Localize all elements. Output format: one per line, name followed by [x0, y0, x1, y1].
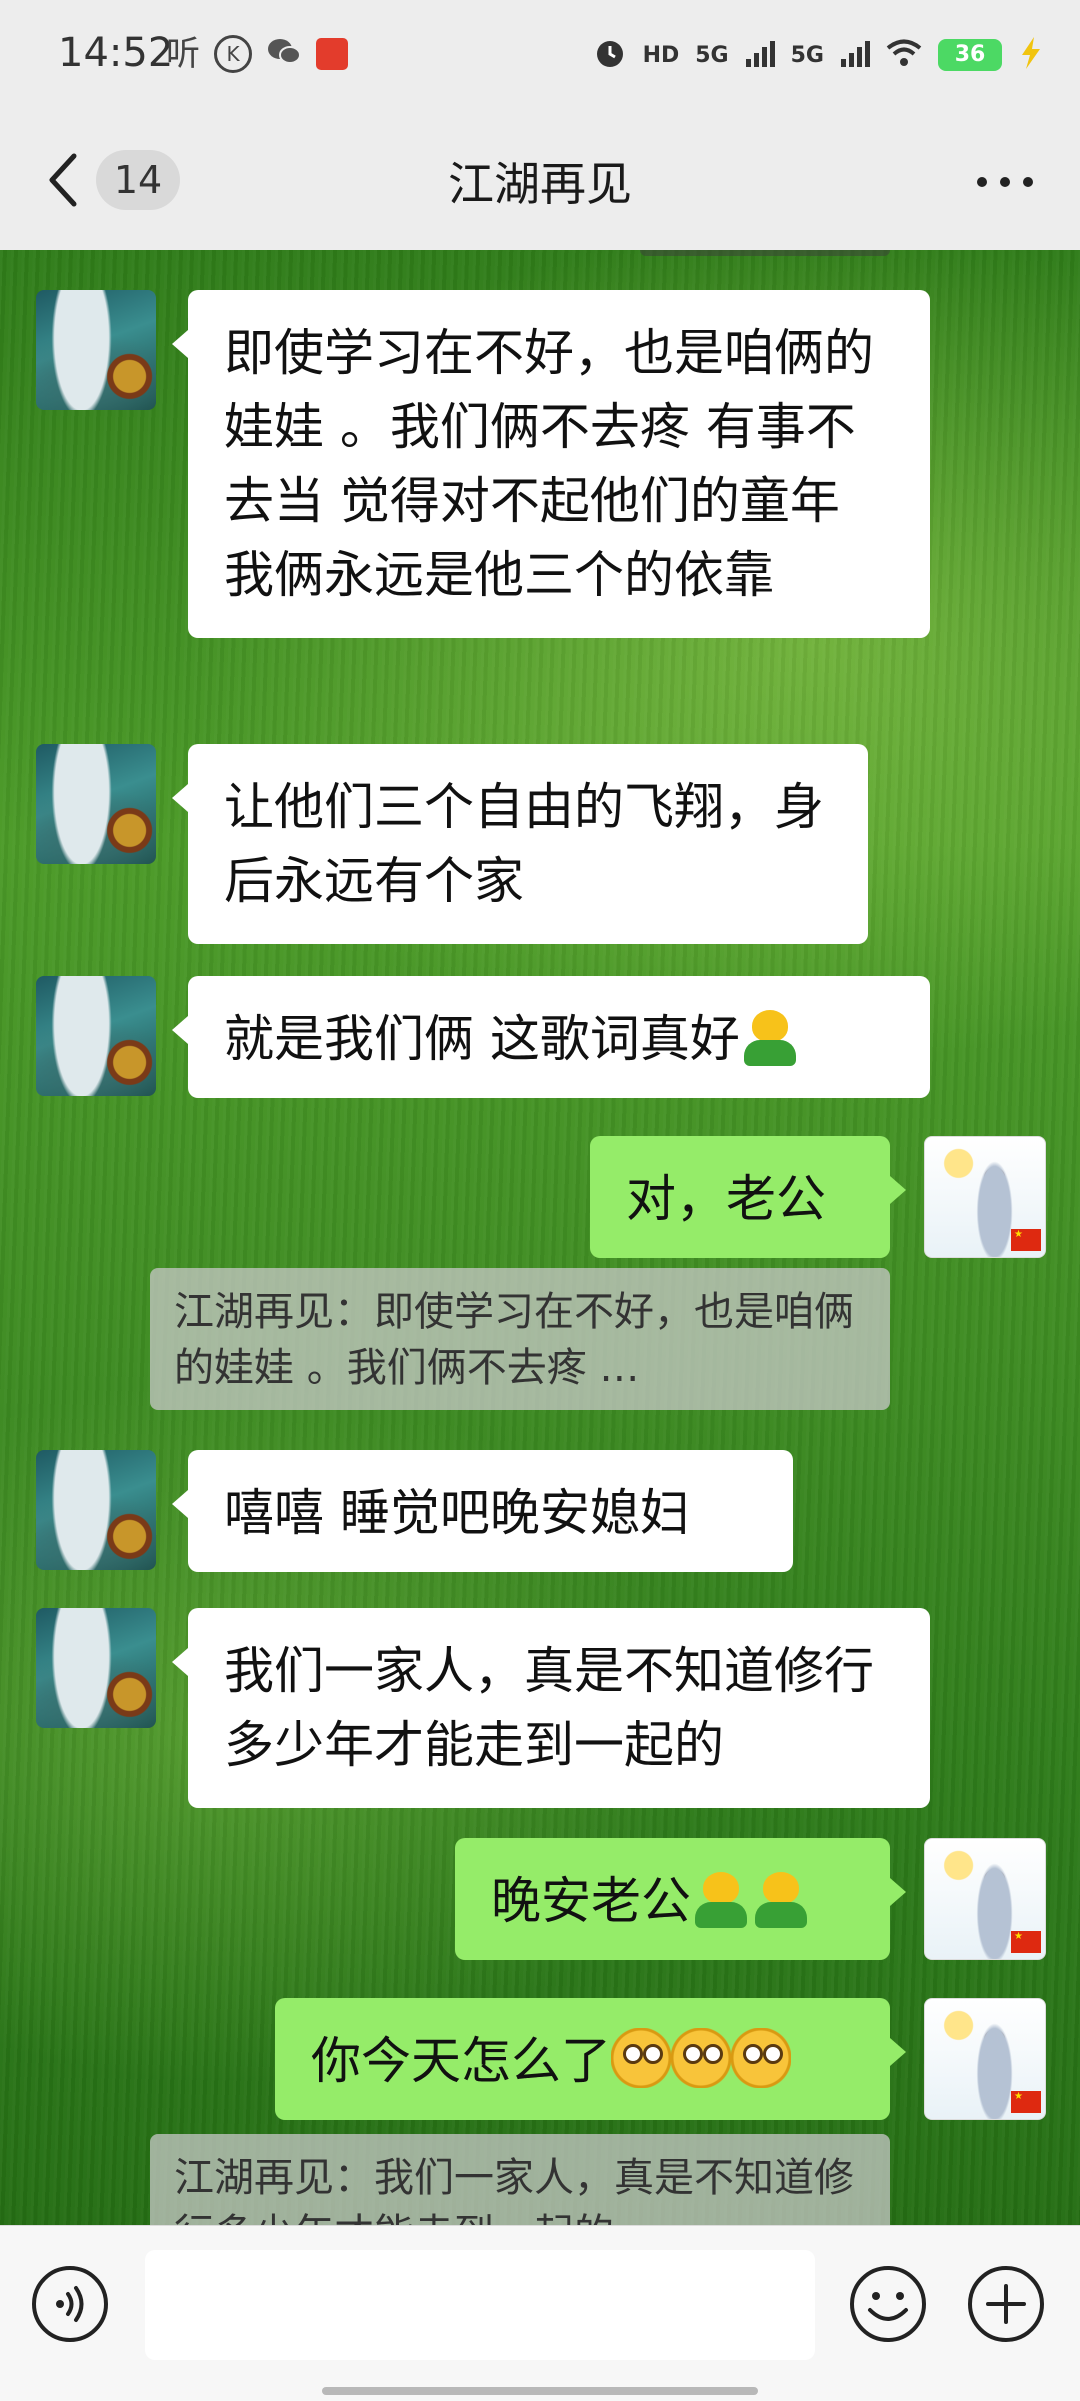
- signal-icon-2: [840, 39, 870, 71]
- network-label-2: 5G: [790, 42, 824, 68]
- message-text: 你今天怎么了: [311, 2032, 611, 2090]
- plus-icon: [968, 2266, 1044, 2342]
- china-flag-icon: ★: [1011, 1229, 1041, 1251]
- shy-emoji-icon: [691, 1868, 751, 1928]
- quoted-text: 江湖再见：即使学习在不好，也是咱俩的娃娃 。我们俩不去疼 …: [174, 1289, 854, 1391]
- previous-message-edge: [640, 250, 890, 256]
- app-icon: [316, 38, 348, 70]
- my-avatar[interactable]: ★: [924, 1838, 1046, 1960]
- more-dots-icon: [977, 177, 1033, 187]
- message-bubble-received[interactable]: 我们一家人，真是不知道修行多少年才能走到一起的: [172, 1608, 930, 1808]
- message-text: 对，老公: [626, 1170, 826, 1228]
- wechat-icon: [266, 36, 302, 72]
- message-text: 让他们三个自由的飞翔，身后永远有个家: [224, 778, 824, 910]
- signal-icon: [745, 39, 775, 71]
- message-text: 就是我们俩 这歌词真好: [224, 1010, 740, 1068]
- quoted-message[interactable]: 江湖再见：我们一家人，真是不知道修行多少年才能走到一起的: [150, 2134, 890, 2225]
- status-right-icons: HD 5G 5G 36: [593, 36, 1042, 74]
- status-bar: 14:52 听 K HD 5G 5G 36: [0, 0, 1080, 110]
- chat-header: 14 江湖再见: [0, 110, 1080, 250]
- shy-emoji-icon: [740, 1006, 800, 1066]
- message-bubble-sent[interactable]: 对，老公: [590, 1136, 906, 1258]
- contact-avatar[interactable]: [36, 744, 156, 864]
- dizzy-emoji-icon: [611, 2028, 671, 2088]
- contact-avatar[interactable]: [36, 976, 156, 1096]
- network-label-1: 5G: [695, 42, 729, 68]
- message-bubble-sent[interactable]: 晚安老公: [455, 1838, 906, 1960]
- message-text: 我们一家人，真是不知道修行多少年才能走到一起的: [224, 1642, 874, 1774]
- china-flag-icon: ★: [1011, 2091, 1041, 2113]
- my-avatar[interactable]: ★: [924, 1136, 1046, 1258]
- message-bubble-received[interactable]: 让他们三个自由的飞翔，身后永远有个家: [172, 744, 868, 944]
- listen-icon: 听: [166, 34, 200, 74]
- emoji-button[interactable]: [848, 2264, 928, 2344]
- dizzy-emoji-icon: [671, 2028, 731, 2088]
- quoted-message[interactable]: 江湖再见：即使学习在不好，也是咱俩的娃娃 。我们俩不去疼 …: [150, 1268, 890, 1410]
- contact-avatar[interactable]: [36, 1608, 156, 1728]
- shy-emoji-icon: [751, 1868, 811, 1928]
- message-text: 嘻嘻 睡觉吧晚安媳妇: [224, 1484, 690, 1542]
- message-text: 即使学习在不好，也是咱俩的娃娃 。我们俩不去疼 有事不去当 觉得对不起他们的童年…: [224, 324, 874, 604]
- more-functions-button[interactable]: [966, 2264, 1046, 2344]
- chat-title: 江湖再见: [448, 157, 632, 211]
- my-avatar[interactable]: ★: [924, 1998, 1046, 2120]
- status-left-icons: 听 K: [166, 34, 348, 74]
- message-bubble-sent[interactable]: 你今天怎么了: [275, 1998, 906, 2120]
- k-icon: K: [214, 35, 252, 73]
- message-input[interactable]: [145, 2250, 815, 2360]
- smiley-icon: [850, 2266, 926, 2342]
- quoted-text: 江湖再见：我们一家人，真是不知道修行多少年才能走到一起的: [174, 2155, 854, 2225]
- battery-indicator: 36: [938, 39, 1002, 71]
- chat-message-list[interactable]: 即使学习在不好，也是咱俩的娃娃 。我们俩不去疼 有事不去当 觉得对不起他们的童年…: [0, 250, 1080, 2225]
- more-button[interactable]: [970, 162, 1040, 202]
- status-time: 14:52: [58, 30, 174, 76]
- message-bubble-received[interactable]: 就是我们俩 这歌词真好: [172, 976, 930, 1098]
- wifi-icon: [886, 39, 922, 71]
- voice-input-button[interactable]: [30, 2264, 110, 2344]
- message-bubble-received[interactable]: 即使学习在不好，也是咱俩的娃娃 。我们俩不去疼 有事不去当 觉得对不起他们的童年…: [172, 290, 930, 638]
- contact-avatar[interactable]: [36, 290, 156, 410]
- contact-avatar[interactable]: [36, 1450, 156, 1570]
- china-flag-icon: ★: [1011, 1931, 1041, 1953]
- chat-input-bar: [0, 2225, 1080, 2401]
- dizzy-emoji-icon: [731, 2028, 791, 2088]
- voice-icon: [32, 2266, 108, 2342]
- message-text: 晚安老公: [491, 1872, 691, 1930]
- hd-icon: HD: [642, 42, 680, 68]
- alarm-icon: [593, 36, 627, 74]
- charging-icon: [1018, 37, 1042, 73]
- message-bubble-received[interactable]: 嘻嘻 睡觉吧晚安媳妇: [172, 1450, 793, 1572]
- home-indicator[interactable]: [322, 2387, 758, 2395]
